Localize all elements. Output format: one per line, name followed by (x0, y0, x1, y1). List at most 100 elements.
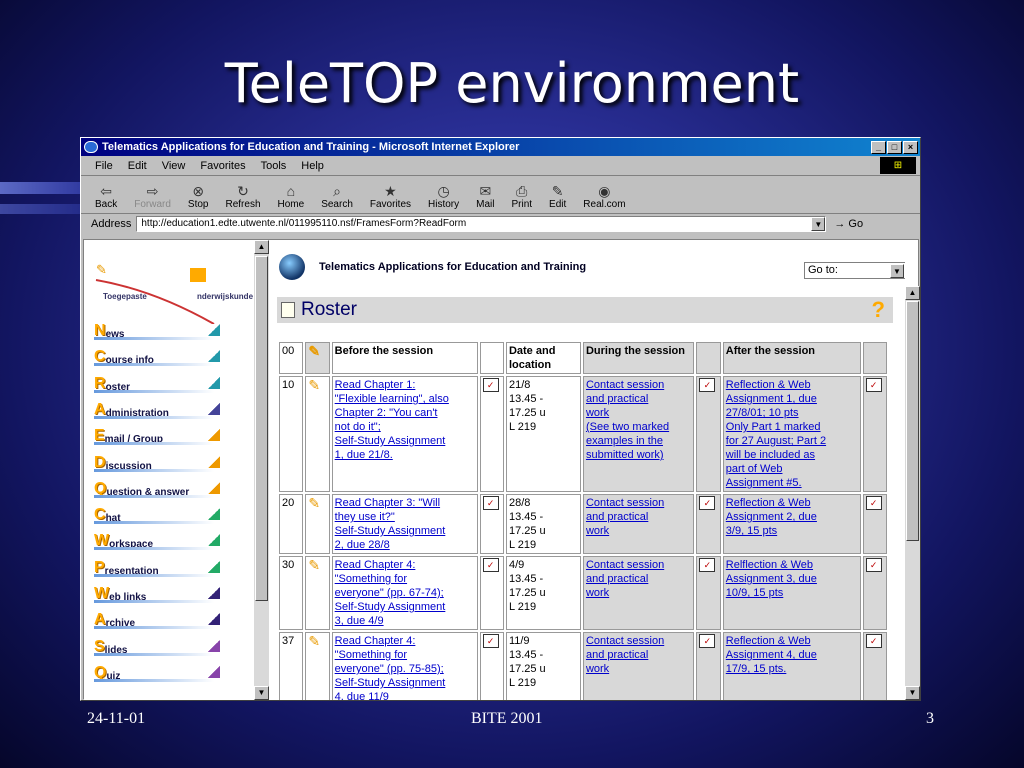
menu-file[interactable]: File (95, 160, 113, 172)
menu-favorites[interactable]: Favorites (200, 160, 245, 172)
nav-item[interactable]: Administration (94, 397, 214, 419)
edit-doc-icon[interactable]: ✓ (482, 634, 499, 648)
after-cell: Relflection & Web Assignment 3, due 10/9, … (722, 556, 861, 630)
nav-item[interactable]: Presentation (94, 555, 214, 577)
nav-item[interactable]: Quiz (94, 660, 214, 682)
during-link[interactable]: Contact session and practical work (586, 559, 664, 599)
edit-doc-icon[interactable]: ✓ (699, 558, 716, 572)
history-button[interactable]: ◷ History (428, 183, 459, 210)
pencil-icon[interactable]: ✎ (308, 557, 320, 573)
pencil-cell[interactable]: ✎ (305, 556, 330, 630)
edit-doc-icon[interactable]: ✓ (865, 496, 882, 510)
print-button[interactable]: ⎙ Print (511, 183, 532, 210)
edit-doc-icon[interactable]: ✓ (699, 496, 716, 510)
pencil-icon[interactable]: ✎ (308, 633, 320, 649)
scroll-up-button[interactable]: ▲ (254, 240, 269, 254)
realcom-button[interactable]: ◉ Real.com (583, 183, 625, 210)
after-link[interactable]: Reflection & Web Assignment 1, due 27/8/01… (726, 379, 826, 489)
mail-button[interactable]: ✉ Mail (476, 183, 494, 210)
back-button[interactable]: ⇦ Back (95, 183, 117, 210)
during-link[interactable]: Contact session and practical work (586, 635, 664, 675)
pencil-icon[interactable]: ✎ (308, 377, 320, 393)
after-link[interactable]: Relflection & Web Assignment 3, due 10/9, … (726, 559, 817, 599)
address-input[interactable]: http://education1.edte.utwente.nl/011995… (136, 215, 827, 232)
nav-item[interactable]: Chat (94, 502, 214, 525)
edit-cell[interactable]: ✓ (696, 494, 721, 554)
nav-scrollbar[interactable]: ▲ ▼ (254, 240, 269, 700)
edit-doc-icon[interactable]: ✓ (482, 496, 499, 510)
edit-doc-icon[interactable]: ✓ (699, 378, 716, 392)
before-link[interactable]: Read Chapter 3: "Will they use it?" Self-S… (335, 497, 446, 551)
edit-cell[interactable]: ✓ (696, 632, 721, 700)
refresh-button[interactable]: ↻ Refresh (226, 183, 261, 210)
edit-cell[interactable]: ✓ (479, 376, 504, 492)
during-link[interactable]: Contact session and practical work (See two… (586, 379, 669, 461)
nav-item[interactable]: Web links (94, 581, 214, 603)
after-link[interactable]: Reflection & Web Assignment 4, due 17/9, 1… (726, 635, 817, 675)
edit-cell[interactable]: ✓ (862, 376, 887, 492)
goto-select[interactable]: Go to: ▼ (804, 262, 905, 279)
nav-arrow-icon (208, 639, 220, 652)
pencil-cell[interactable]: ✎ (305, 632, 330, 700)
menu-edit[interactable]: Edit (128, 160, 147, 172)
menu-help[interactable]: Help (301, 160, 324, 172)
close-button[interactable]: × (903, 140, 918, 154)
minimize-button[interactable]: _ (871, 140, 886, 154)
before-link[interactable]: Read Chapter 1: "Flexible learning", also… (335, 379, 449, 461)
pencil-cell[interactable]: ✎ (305, 494, 330, 554)
edit-doc-icon[interactable]: ✓ (865, 558, 882, 572)
forward-button[interactable]: ⇨ Forward (134, 183, 171, 210)
edit-cell[interactable]: ✓ (696, 556, 721, 630)
edit-cell[interactable]: ✓ (696, 376, 721, 492)
nav-item[interactable]: News (94, 318, 214, 340)
scroll-up-button[interactable]: ▲ (905, 286, 920, 300)
edit-cell[interactable]: ✓ (479, 494, 504, 554)
menu-tools[interactable]: Tools (261, 160, 287, 172)
pencil-cell[interactable]: ✎ (305, 376, 330, 492)
edit-doc-icon[interactable]: ✓ (482, 378, 499, 392)
after-link[interactable]: Reflection & Web Assignment 2, due 3/9, 15… (726, 497, 817, 537)
nav-item[interactable]: Question & answer (94, 476, 214, 498)
edit-doc-icon[interactable]: ✓ (699, 634, 716, 648)
line-text: 1, due 21/8. (334, 449, 393, 461)
home-button[interactable]: ⌂ Home (278, 183, 305, 210)
edit-cell[interactable]: ✓ (479, 632, 504, 700)
edit-cell[interactable]: ✓ (862, 632, 887, 700)
search-button[interactable]: ⌕ Search (321, 183, 353, 210)
edit-doc-icon[interactable]: ✓ (482, 558, 499, 572)
line-text: 17/9, 15 pts. (725, 663, 787, 675)
nav-arrow-icon (208, 402, 220, 415)
scroll-down-button[interactable]: ▼ (905, 686, 920, 700)
nav-item[interactable]: Course info (94, 344, 214, 367)
before-link[interactable]: Read Chapter 4: "Something for everyone" (… (335, 635, 446, 700)
edit-doc-icon[interactable]: ✓ (865, 378, 882, 392)
line-text: Reflection & Web (725, 379, 811, 391)
nav-item[interactable]: Workspace (94, 528, 214, 551)
chevron-down-icon[interactable]: ▼ (890, 264, 904, 278)
scroll-thumb[interactable] (906, 301, 919, 541)
scroll-thumb[interactable] (255, 256, 268, 601)
chevron-down-icon[interactable]: ▼ (811, 216, 826, 231)
edit-button[interactable]: ✎ Edit (549, 183, 566, 210)
favorites-button[interactable]: ★ Favorites (370, 183, 411, 210)
edit-cell[interactable]: ✓ (479, 556, 504, 630)
nav-item[interactable]: Slides (94, 634, 214, 656)
main-scrollbar[interactable]: ▲ ▼ (905, 286, 920, 700)
teletop-logo: ✎ Toegepaste nderwijskunde (95, 262, 254, 324)
scroll-down-button[interactable]: ▼ (254, 686, 269, 700)
stop-button[interactable]: ⊗ Stop (188, 183, 209, 210)
before-link[interactable]: Read Chapter 4: "Something for everyone" (… (335, 559, 446, 627)
nav-item[interactable]: Archive (94, 607, 214, 630)
nav-item[interactable]: Email / Group (94, 423, 214, 446)
menu-view[interactable]: View (162, 160, 186, 172)
edit-cell[interactable]: ✓ (862, 556, 887, 630)
edit-cell[interactable]: ✓ (862, 494, 887, 554)
help-icon[interactable]: ? (872, 297, 885, 323)
nav-item[interactable]: Discussion (94, 450, 214, 472)
edit-doc-icon[interactable]: ✓ (865, 634, 882, 648)
nav-item[interactable]: Roster (94, 371, 214, 393)
maximize-button[interactable]: □ (887, 140, 902, 154)
during-link[interactable]: Contact session and practical work (586, 497, 664, 537)
go-button[interactable]: → Go (834, 218, 863, 230)
pencil-icon[interactable]: ✎ (308, 495, 320, 511)
